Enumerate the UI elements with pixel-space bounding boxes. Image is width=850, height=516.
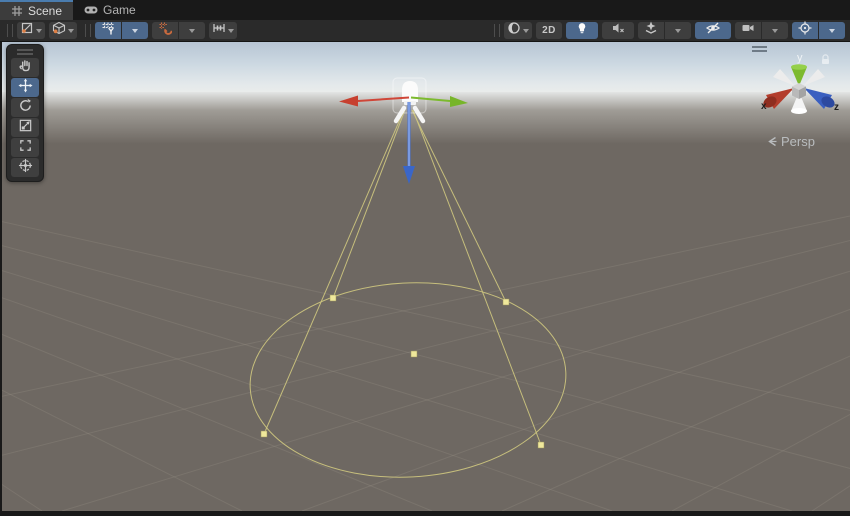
chevron-down-icon [132, 29, 138, 33]
move-arrows-icon [18, 78, 33, 98]
scale-tool-button[interactable] [11, 118, 39, 137]
axis-negx-cone [803, 69, 825, 86]
gizmos-crosshair-icon [798, 21, 812, 40]
unity-editor-window: Scene Game [0, 0, 850, 516]
tab-game-label: Game [103, 3, 136, 17]
audio-mute-toggle[interactable] [602, 22, 634, 39]
overlay-drag-handle[interactable] [752, 46, 767, 52]
persp-chevron-icon [767, 136, 778, 147]
chevron-down-icon [228, 29, 234, 33]
tool-palette-overlay [6, 44, 44, 182]
grid-snapping-dropdown[interactable] [179, 22, 205, 39]
gamepad-icon [84, 5, 98, 15]
tab-bar: Scene Game [0, 0, 850, 20]
shaded-sphere-icon [507, 21, 521, 40]
rect-icon [18, 138, 33, 158]
move-gizmo-y-arrow [403, 166, 415, 184]
tool-handle-rotation-button[interactable] [49, 22, 77, 39]
move-gizmo-x-arrow [339, 96, 358, 107]
snap-magnet-icon [158, 21, 172, 40]
rotate-tool-button[interactable] [11, 98, 39, 117]
scene-viewport[interactable]: y x z [2, 42, 850, 511]
toolbar-drag-handle[interactable] [85, 24, 91, 37]
chevron-down-icon [189, 29, 195, 33]
view-2d-toggle[interactable]: 2D [536, 22, 562, 39]
scene-toolbar: 2D [0, 20, 850, 42]
projection-toggle[interactable]: Persp [767, 134, 815, 149]
transform-tool-button[interactable] [11, 158, 39, 177]
grid-visibility-dropdown[interactable] [122, 22, 148, 39]
camera-icon [741, 21, 755, 40]
eye-slash-icon [705, 21, 721, 40]
chevron-down-icon [523, 29, 529, 33]
transform-icon [18, 158, 33, 178]
tab-scene-label: Scene [28, 4, 62, 18]
view-tool-button[interactable] [11, 58, 39, 77]
global-cube-icon [52, 21, 66, 40]
chevron-down-icon [36, 29, 42, 33]
pivot-icon [20, 21, 34, 40]
axis-x-label: x [761, 101, 767, 112]
axis-negz-cone [773, 69, 795, 86]
hand-icon [18, 58, 33, 78]
toolbar-drag-handle[interactable] [494, 24, 500, 37]
chevron-down-icon [68, 29, 74, 33]
scene-lighting-toggle[interactable] [566, 22, 598, 39]
camera-settings-dropdown[interactable] [762, 22, 788, 39]
rect-tool-button[interactable] [11, 138, 39, 157]
chevron-down-icon [829, 29, 835, 33]
gizmos-dropdown[interactable] [819, 22, 845, 39]
view-2d-label: 2D [542, 25, 556, 36]
effects-star-icon [644, 21, 658, 40]
ground-grid [2, 88, 850, 511]
move-gizmo-z-arrow [450, 96, 468, 107]
chevron-down-icon [675, 29, 681, 33]
tool-handle-position-button[interactable] [17, 22, 45, 39]
tab-scene[interactable]: Scene [0, 0, 73, 20]
spotlight-cone-handles[interactable] [261, 295, 544, 448]
move-tool-button[interactable] [11, 78, 39, 97]
overlay-drag-handle[interactable] [17, 49, 33, 55]
gizmos-toggle[interactable] [792, 22, 818, 39]
effects-dropdown[interactable] [665, 22, 691, 39]
lock-icon[interactable] [820, 52, 831, 70]
snap-increment-button[interactable] [209, 22, 237, 39]
grid-icon [11, 5, 23, 17]
camera-settings-button[interactable] [735, 22, 761, 39]
chevron-down-icon [772, 29, 778, 33]
tab-game[interactable]: Game [73, 0, 147, 20]
speaker-muted-icon [611, 21, 625, 40]
rotate-icon [18, 98, 33, 118]
toolbar-drag-handle[interactable] [7, 24, 13, 37]
scene-gizmo-layer: y x z [2, 42, 850, 511]
projection-label: Persp [781, 134, 815, 149]
grid-snapping-toggle[interactable] [152, 22, 178, 39]
effects-toggle[interactable] [638, 22, 664, 39]
draw-mode-dropdown[interactable] [504, 22, 532, 39]
increment-ruler-icon [212, 21, 226, 40]
grid-visibility-toggle[interactable] [95, 22, 121, 39]
axis-y-label: y [797, 52, 803, 64]
scene-visibility-toggle[interactable] [695, 22, 731, 39]
lightbulb-icon [575, 21, 589, 40]
grid-y-icon [101, 21, 115, 40]
axis-z-label: z [834, 102, 839, 113]
scale-icon [18, 118, 33, 138]
